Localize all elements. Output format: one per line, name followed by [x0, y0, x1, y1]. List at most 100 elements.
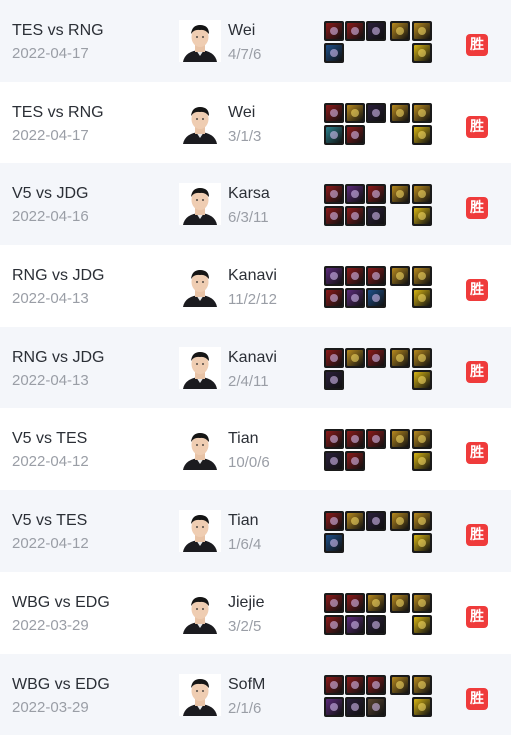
- item-icon: [412, 674, 432, 695]
- item-icon: [412, 696, 432, 717]
- match-teams: V5 vs JDG: [12, 185, 89, 203]
- match-date: 2022-03-29: [12, 616, 89, 634]
- item-icon: [345, 266, 365, 287]
- item-icon: [366, 266, 386, 287]
- match-teams: RNG vs JDG: [12, 348, 105, 366]
- player-kda: 3/1/3: [228, 127, 262, 145]
- item-icon: [324, 369, 344, 390]
- result-badge: 胜: [466, 115, 488, 138]
- item-icon: [390, 184, 410, 205]
- player-avatar: [179, 20, 221, 62]
- item-icon: [366, 696, 386, 717]
- item-icon: [345, 614, 365, 635]
- item-icon: [366, 429, 386, 450]
- player-kda: 11/2/12: [228, 291, 277, 309]
- match-teams: WBG vs EDG: [12, 593, 110, 611]
- item-icon: [412, 43, 432, 63]
- item-icon: [366, 511, 386, 532]
- match-history-list: TES vs RNG 2022-04-17 Wei 4/7/6 胜 TES vs RNG 2…: [0, 0, 511, 736]
- player-name: Karsa: [228, 185, 270, 203]
- match-row[interactable]: V5 vs TES 2022-04-12 Tian 10/0/6 胜: [0, 408, 511, 491]
- item-icon: [345, 429, 365, 450]
- item-icon: [324, 21, 344, 41]
- item-icon: [390, 21, 410, 41]
- item-icon: [345, 184, 365, 205]
- item-icon: [366, 102, 386, 123]
- player-kda: 10/0/6: [228, 454, 270, 472]
- player-avatar: [179, 265, 221, 308]
- player-avatar: [179, 673, 221, 716]
- item-icon: [324, 124, 344, 145]
- item-icon: [412, 184, 432, 205]
- match-row[interactable]: TES vs RNG 2022-04-17 Wei 3/1/3 胜: [0, 81, 511, 164]
- match-row[interactable]: WBG vs EDG 2022-03-29 SofM 2/1/6 胜: [0, 653, 511, 736]
- match-date: 2022-03-29: [12, 698, 89, 716]
- player-name: Tian: [228, 512, 259, 530]
- player-kda: 1/6/4: [228, 536, 262, 554]
- match-teams: TES vs RNG: [12, 103, 104, 121]
- item-icon: [345, 102, 365, 123]
- match-date: 2022-04-12: [12, 453, 89, 471]
- match-date: 2022-04-12: [12, 535, 89, 553]
- item-icon: [345, 206, 365, 227]
- item-build: [324, 429, 432, 473]
- item-icon: [345, 451, 365, 472]
- item-build: [324, 511, 432, 555]
- item-icon: [412, 288, 432, 309]
- item-icon: [412, 124, 432, 145]
- match-date: 2022-04-16: [12, 208, 89, 226]
- item-icon: [412, 533, 432, 554]
- item-icon: [324, 696, 344, 717]
- item-icon: [366, 288, 386, 309]
- item-icon: [345, 696, 365, 717]
- item-icon: [412, 429, 432, 450]
- item-icon: [390, 511, 410, 532]
- match-teams: V5 vs TES: [12, 512, 88, 530]
- item-icon: [324, 451, 344, 472]
- match-row[interactable]: TES vs RNG 2022-04-17 Wei 4/7/6 胜: [0, 0, 511, 82]
- item-icon: [324, 184, 344, 205]
- item-icon: [345, 124, 365, 145]
- item-icon: [345, 347, 365, 368]
- match-teams: TES vs RNG: [12, 22, 104, 39]
- player-kda: 4/7/6: [228, 46, 262, 63]
- player-name: Wei: [228, 22, 256, 39]
- item-icon: [390, 674, 410, 695]
- match-row[interactable]: V5 vs TES 2022-04-12 Tian 1/6/4 胜: [0, 490, 511, 572]
- item-icon: [412, 511, 432, 532]
- player-avatar: [179, 510, 221, 553]
- match-row[interactable]: RNG vs JDG 2022-04-13 Kanavi 2/4/11 胜: [0, 326, 511, 409]
- match-row[interactable]: V5 vs JDG 2022-04-16 Karsa 6/3/11 胜: [0, 163, 511, 246]
- item-icon: [324, 614, 344, 635]
- result-badge: 胜: [466, 687, 488, 710]
- match-date: 2022-04-17: [12, 126, 89, 144]
- match-row[interactable]: RNG vs JDG 2022-04-13 Kanavi 11/2/12 胜: [0, 245, 511, 327]
- item-icon: [366, 674, 386, 695]
- item-icon: [324, 511, 344, 532]
- player-name: Wei: [228, 103, 256, 121]
- item-icon: [412, 369, 432, 390]
- result-badge: 胜: [466, 197, 488, 220]
- item-icon: [324, 674, 344, 695]
- item-icon: [390, 102, 410, 123]
- item-icon: [324, 288, 344, 309]
- player-avatar: [179, 591, 221, 634]
- item-icon: [324, 533, 344, 554]
- result-badge: 胜: [466, 360, 488, 383]
- player-avatar: [179, 183, 221, 226]
- item-icon: [366, 206, 386, 227]
- item-build: [324, 184, 432, 228]
- item-icon: [412, 347, 432, 368]
- item-icon: [390, 266, 410, 287]
- match-teams: V5 vs TES: [12, 430, 88, 448]
- item-icon: [412, 592, 432, 613]
- item-icon: [390, 429, 410, 450]
- match-date: 2022-04-13: [12, 371, 89, 389]
- item-icon: [345, 288, 365, 309]
- item-icon: [366, 614, 386, 635]
- player-kda: 2/4/11: [228, 372, 269, 390]
- item-icon: [324, 102, 344, 123]
- match-row[interactable]: WBG vs EDG 2022-03-29 Jiejie 3/2/5 胜: [0, 571, 511, 654]
- player-kda: 6/3/11: [228, 209, 269, 227]
- match-teams: RNG vs JDG: [12, 267, 105, 285]
